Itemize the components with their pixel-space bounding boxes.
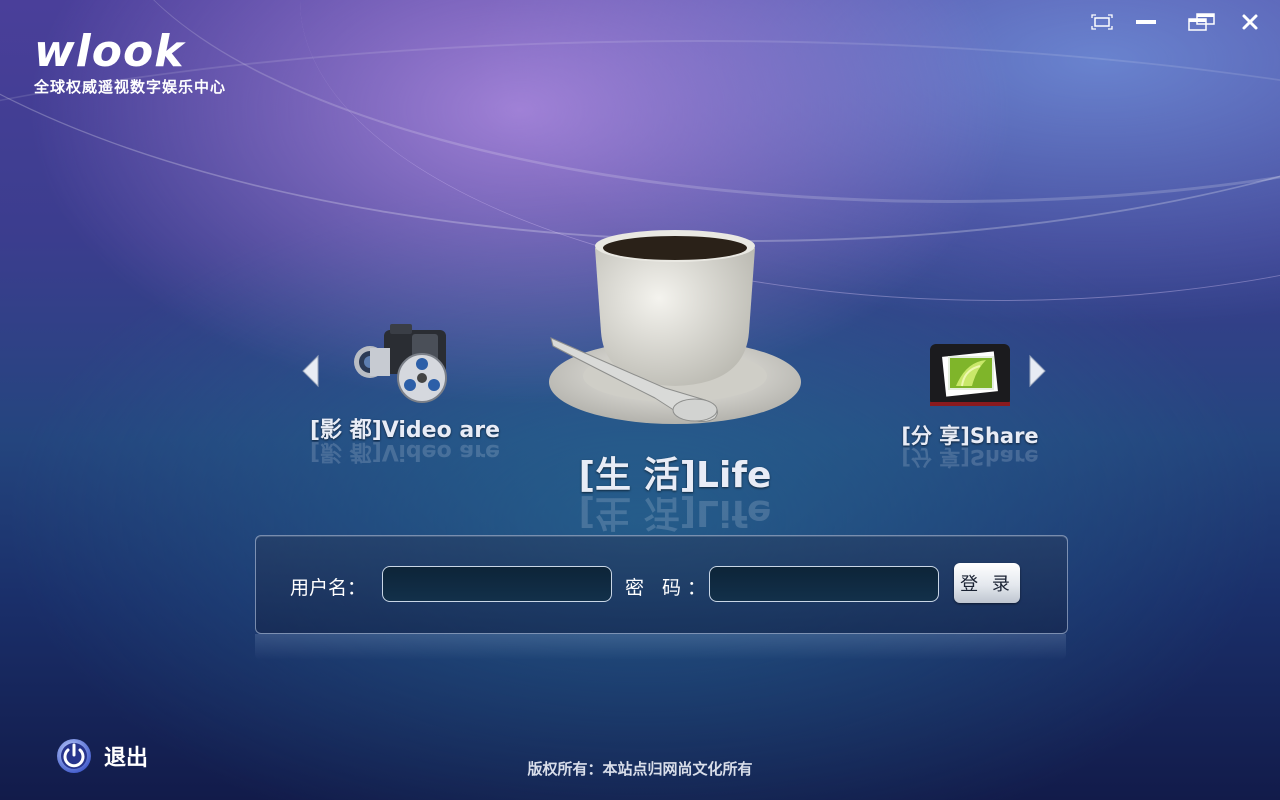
- password-input[interactable]: [709, 566, 939, 602]
- username-input[interactable]: [382, 566, 612, 602]
- carousel-item-share[interactable]: [分 享]Share [分 享]Share: [890, 340, 1050, 469]
- logo-wordmark: wlook: [34, 26, 185, 77]
- carousel-label-life-reflection: [生 活]Life: [578, 492, 772, 533]
- fullscreen-button[interactable]: [1090, 12, 1114, 32]
- carousel-label-life: [生 活]Life: [578, 455, 772, 496]
- login-button[interactable]: 登 录: [954, 563, 1020, 603]
- close-button[interactable]: [1238, 12, 1262, 32]
- minimize-icon: [1136, 20, 1156, 24]
- carousel-item-video[interactable]: [影 都]Video are [影 都]Video are: [300, 322, 510, 464]
- carousel-item-life[interactable]: [生 活]Life [生 活]Life: [520, 212, 830, 533]
- minimize-button[interactable]: [1134, 12, 1158, 32]
- restore-button[interactable]: [1188, 12, 1216, 32]
- camcorder-icon: [354, 324, 447, 403]
- app-logo: wlook 全球权威遥视数字娱乐中心: [34, 30, 226, 97]
- username-label: 用户名：: [290, 577, 367, 599]
- fullscreen-icon: [1091, 14, 1113, 30]
- carousel-label-video-reflection: [影 都]Video are: [309, 439, 500, 464]
- login-panel-reflection: [255, 634, 1066, 660]
- close-icon: [1242, 14, 1258, 30]
- logo-tagline: 全球权威遥视数字娱乐中心: [34, 78, 227, 96]
- copyright-text: 版权所有：本站点归网尚文化所有: [527, 760, 753, 778]
- photo-album-icon: [930, 344, 1010, 406]
- password-label: 密 码：: [625, 577, 713, 599]
- restore-icon: [1188, 13, 1215, 31]
- carousel-label-share-reflection: [分 享]Share: [901, 445, 1039, 469]
- coffee-cup-icon: [549, 230, 801, 424]
